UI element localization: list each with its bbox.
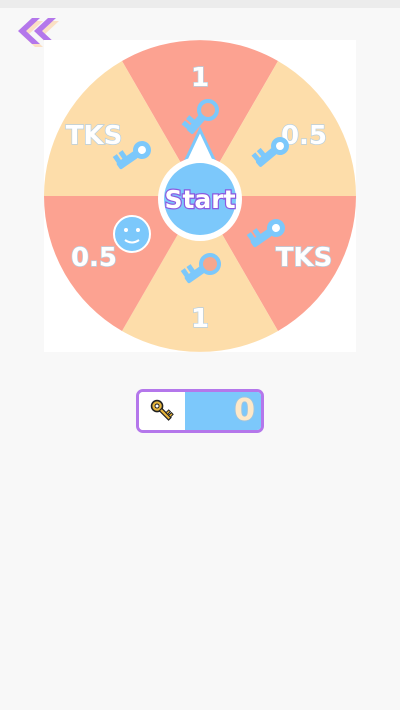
start-button[interactable]: Start bbox=[158, 157, 242, 241]
gold-key-icon bbox=[150, 399, 174, 421]
start-label: Start bbox=[164, 185, 235, 214]
segment-label: TKS bbox=[276, 243, 333, 273]
status-bar bbox=[0, 0, 400, 8]
segment-label: 1 bbox=[191, 304, 209, 334]
counter-icon-cell bbox=[139, 392, 185, 430]
segment-label: 0.5 bbox=[71, 243, 117, 273]
smiley-face-icon bbox=[113, 215, 151, 253]
key-counter: 0 bbox=[136, 389, 264, 433]
prize-wheel[interactable]: 1 0.5 TKS 1 0.5 TKS Start bbox=[44, 40, 356, 352]
prize-wheel-panel: 1 0.5 TKS 1 0.5 TKS Start bbox=[44, 40, 356, 352]
key-count: 0 bbox=[234, 393, 255, 428]
segment-label: 1 bbox=[191, 63, 209, 93]
segment-label: TKS bbox=[66, 121, 123, 151]
counter-value-cell: 0 bbox=[185, 392, 261, 430]
